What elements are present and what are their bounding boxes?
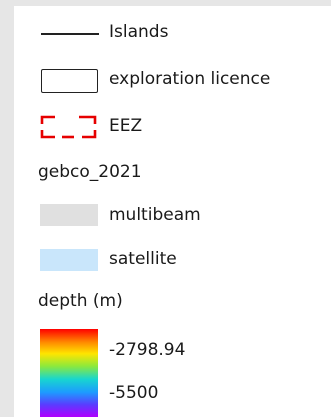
eez-dash-bottom-left — [40, 130, 55, 139]
satellite-swatch — [40, 249, 98, 271]
depth-color-ramp — [40, 329, 98, 417]
exploration-licence-box-symbol — [41, 69, 98, 93]
islands-line-symbol — [41, 33, 99, 35]
eez-dash-top-left — [40, 115, 55, 124]
legend-label-islands: Islands — [109, 22, 169, 42]
multibeam-swatch — [40, 204, 98, 226]
legend-label-exploration-licence: exploration licence — [109, 69, 271, 89]
eez-dashed-box-symbol — [40, 115, 97, 139]
legend-label-multibeam: multibeam — [109, 205, 201, 225]
eez-dash-top-right — [79, 115, 97, 124]
map-legend-panel: Islands exploration licence EEZ gebco_20… — [14, 6, 331, 417]
depth-ramp-min-label: -5500 — [109, 383, 159, 403]
depth-ramp-max-label: -2798.94 — [109, 340, 186, 360]
legend-label-eez: EEZ — [109, 116, 143, 136]
legend-label-satellite: satellite — [109, 249, 177, 269]
eez-dash-bottom-right — [82, 130, 97, 139]
legend-group-title-gebco: gebco_2021 — [38, 162, 142, 182]
legend-depth-title: depth (m) — [38, 291, 123, 311]
